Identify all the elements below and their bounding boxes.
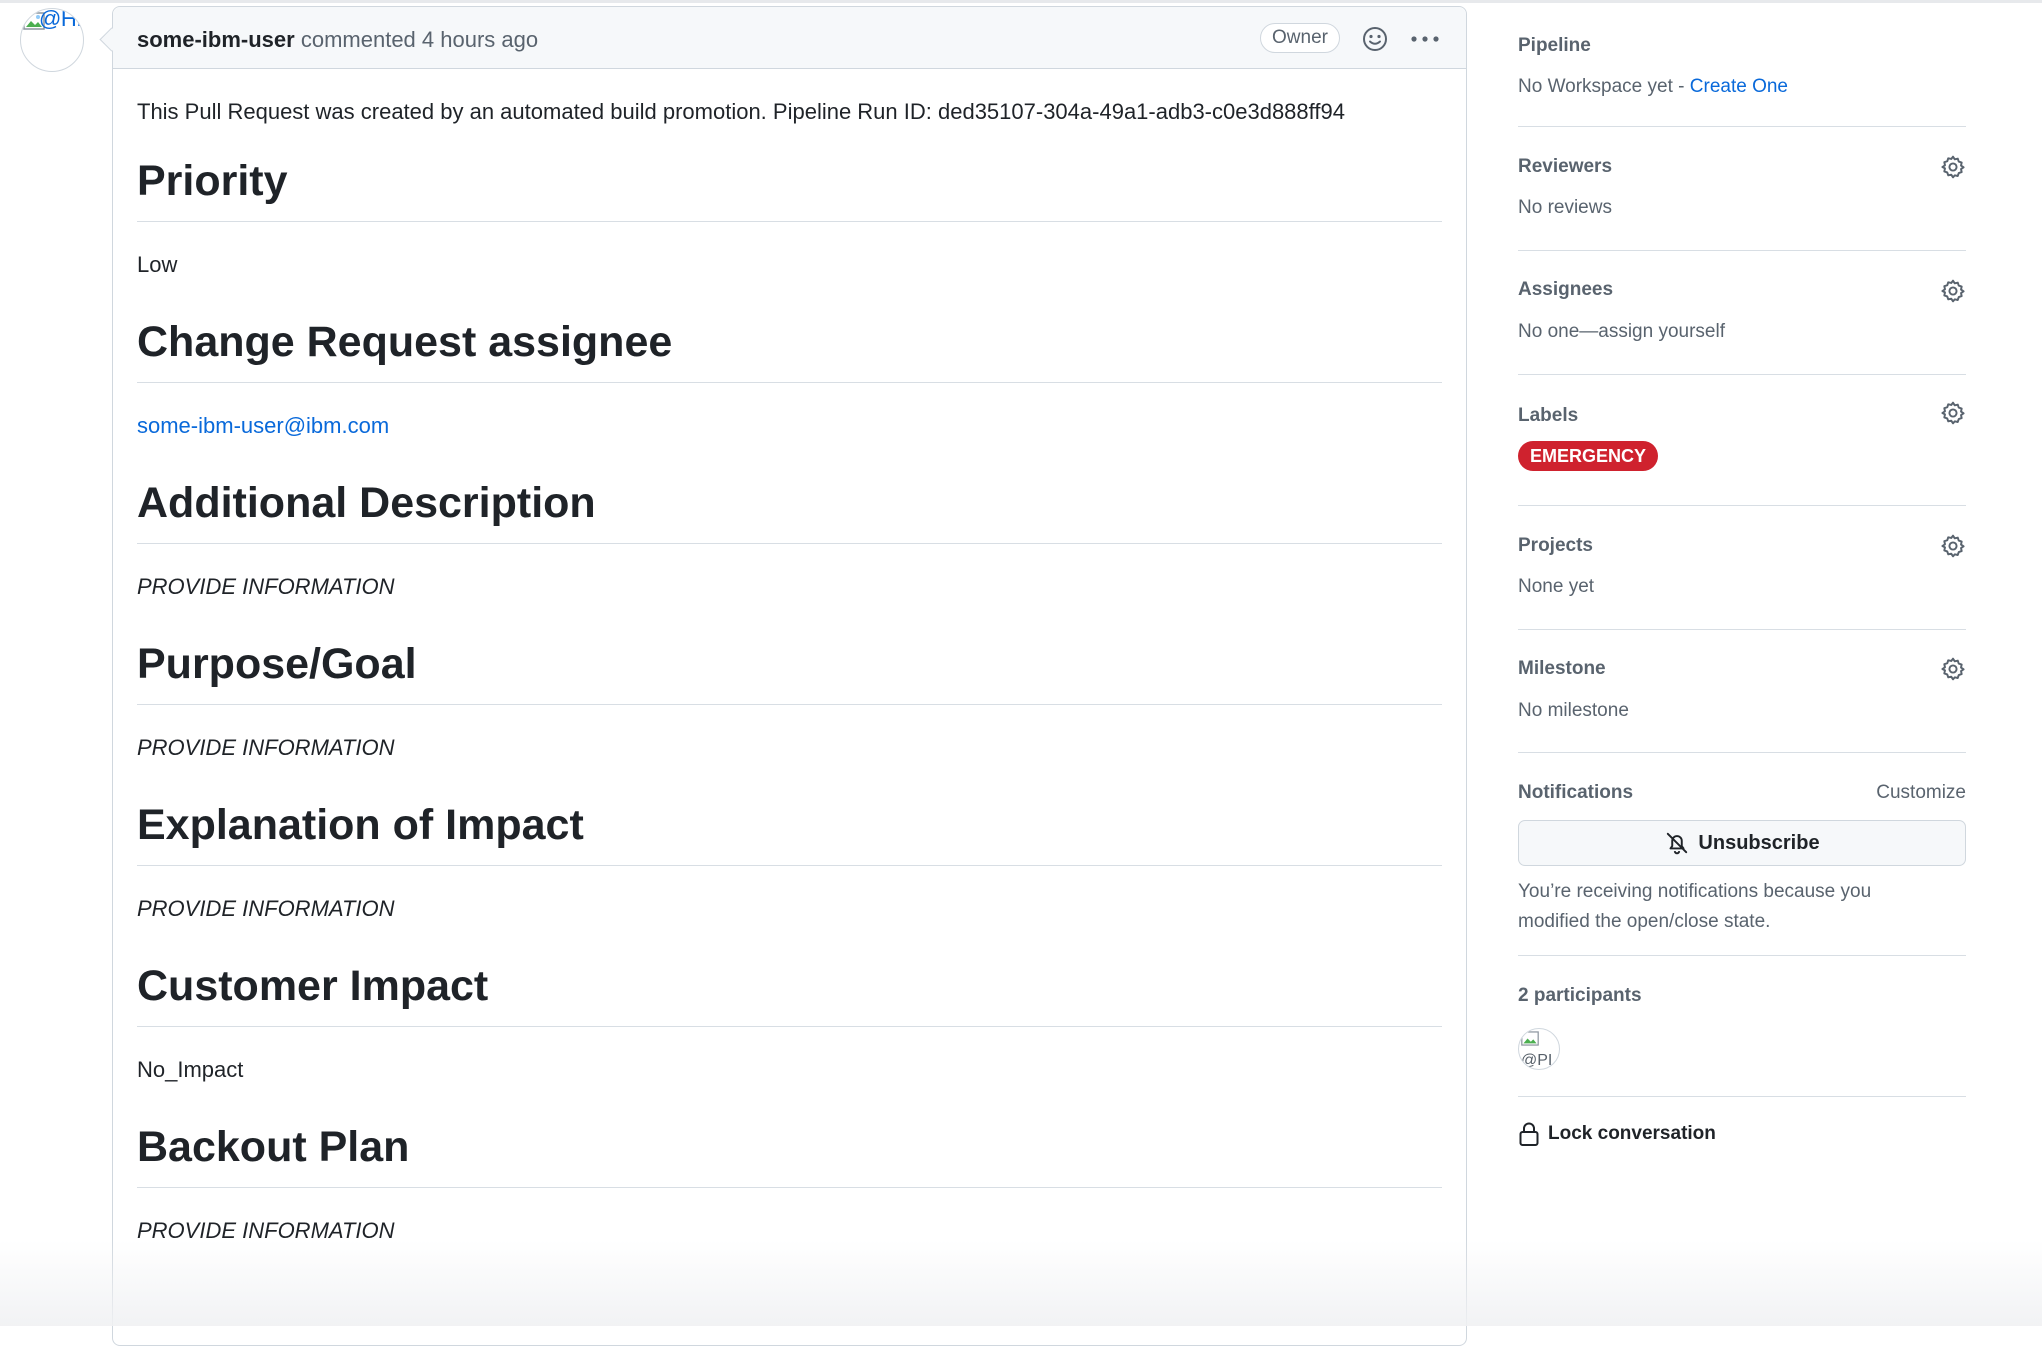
- label-emergency[interactable]: EMERGENCY: [1518, 441, 1659, 471]
- sidebar: Pipeline No Workspace yet - Create One R…: [1518, 0, 1966, 1177]
- notification-reason: You’re receiving notifications because y…: [1518, 877, 1871, 937]
- label-list: EMERGENCY: [1518, 441, 1659, 471]
- owner-badge: Owner: [1260, 23, 1340, 53]
- lock-icon: [1519, 1122, 1539, 1146]
- gear-icon[interactable]: [1940, 278, 1966, 304]
- sidebar-text: No Workspace yet - Create One: [1518, 76, 1788, 98]
- sidebar-lock: Lock conversation: [1518, 1097, 1966, 1177]
- sidebar-title[interactable]: Labels: [1518, 405, 1578, 427]
- section-customer-impact: Customer Impact No_Impact: [137, 960, 1442, 1085]
- section-backout-plan: Backout Plan PROVIDE INFORMATION: [137, 1121, 1442, 1246]
- section-heading: Additional Description: [137, 477, 1442, 544]
- section-heading: Customer Impact: [137, 960, 1442, 1027]
- sidebar-assignees: Assignees No one—assign yourself: [1518, 251, 1966, 375]
- section-value: No_Impact: [137, 1057, 244, 1082]
- sidebar-projects: Projects None yet: [1518, 506, 1966, 630]
- assignee-email-link[interactable]: some-ibm-user@ibm.com: [137, 411, 1442, 441]
- section-value: PROVIDE INFORMATION: [137, 896, 395, 921]
- sidebar-notifications: Notifications Customize Unsubscribe You’…: [1518, 753, 1966, 956]
- unsubscribe-button[interactable]: Unsubscribe: [1518, 820, 1966, 866]
- bell-slash-icon: [1667, 832, 1688, 855]
- comment-time[interactable]: 4 hours ago: [422, 27, 538, 52]
- sidebar-title: Notifications: [1518, 782, 1634, 803]
- section-value: PROVIDE INFORMATION: [137, 574, 395, 599]
- sidebar-title[interactable]: Reviewers: [1518, 156, 1612, 178]
- sidebar-text: No milestone: [1518, 700, 1629, 721]
- sidebar-labels: Labels EMERGENCY: [1518, 375, 1966, 506]
- section-explanation-of-impact: Explanation of Impact PROVIDE INFORMATIO…: [137, 799, 1442, 924]
- section-heading: Explanation of Impact: [137, 799, 1442, 866]
- customize-link[interactable]: Customize: [1876, 782, 1966, 804]
- intro-text: This Pull Request was created by an auto…: [137, 99, 1345, 124]
- section-heading: Change Request assignee: [137, 316, 1442, 383]
- sidebar-title: Pipeline: [1518, 35, 1591, 56]
- gear-icon[interactable]: [1940, 533, 1966, 559]
- comment-header: some-ibm-user commented 4 hours ago Owne…: [113, 7, 1466, 69]
- section-heading: Backout Plan: [137, 1121, 1442, 1188]
- section-value: PROVIDE INFORMATION: [137, 1218, 395, 1243]
- sidebar-title[interactable]: Projects: [1518, 535, 1593, 557]
- comment-meta: some-ibm-user commented 4 hours ago: [137, 27, 538, 53]
- author-avatar[interactable]: @HIYUSH-: [20, 8, 84, 72]
- section-value: Low: [137, 252, 178, 277]
- sidebar-participants: 2 participants @PI: [1518, 956, 1966, 1097]
- sidebar-text: No reviews: [1518, 197, 1612, 218]
- create-workspace-link[interactable]: Create One: [1690, 76, 1788, 97]
- gear-icon[interactable]: [1940, 154, 1966, 180]
- lock-conversation-button[interactable]: Lock conversation: [1518, 1121, 1716, 1147]
- comment-action: commented: [300, 27, 416, 52]
- gear-icon[interactable]: [1940, 656, 1966, 682]
- avatar-alt-text: @HIYUSH-: [39, 8, 83, 31]
- sidebar-milestone: Milestone No milestone: [1518, 630, 1966, 753]
- sidebar-title[interactable]: Assignees: [1518, 279, 1613, 301]
- section-purpose-goal: Purpose/Goal PROVIDE INFORMATION: [137, 638, 1442, 763]
- sidebar-text: None yet: [1518, 576, 1595, 597]
- sidebar-title: 2 participants: [1518, 985, 1642, 1006]
- sidebar-title[interactable]: Milestone: [1518, 658, 1606, 680]
- unsubscribe-label: Unsubscribe: [1698, 831, 1820, 854]
- assign-yourself-link[interactable]: No one—assign yourself: [1518, 321, 1725, 343]
- comment-body: This Pull Request was created by an auto…: [113, 97, 1466, 1246]
- sidebar-pipeline: Pipeline No Workspace yet - Create One: [1518, 0, 1966, 127]
- participant-avatar-alt: @PI: [1521, 1052, 1553, 1069]
- comment-box: some-ibm-user commented 4 hours ago Owne…: [112, 6, 1467, 1346]
- comment-author[interactable]: some-ibm-user: [137, 27, 295, 52]
- notification-reason-line: You’re receiving notifications because y…: [1518, 881, 1872, 902]
- notification-reason-line: modified the open/close state.: [1518, 911, 1771, 932]
- pipeline-status: No Workspace yet -: [1518, 76, 1690, 97]
- sidebar-reviewers: Reviewers No reviews: [1518, 127, 1966, 251]
- section-heading: Purpose/Goal: [137, 638, 1442, 705]
- section-heading: Priority: [137, 155, 1442, 222]
- lock-conversation-label: Lock conversation: [1548, 1123, 1716, 1144]
- section-value: PROVIDE INFORMATION: [137, 735, 395, 760]
- smiley-icon[interactable]: [1361, 25, 1389, 53]
- broken-image-icon: [1521, 1031, 1539, 1046]
- section-change-request-assignee: Change Request assignee some-ibm-user@ib…: [137, 316, 1442, 441]
- gear-icon[interactable]: [1940, 400, 1966, 426]
- kebab-horizontal-icon[interactable]: [1409, 25, 1441, 53]
- section-additional-description: Additional Description PROVIDE INFORMATI…: [137, 477, 1442, 602]
- section-priority: Priority Low: [137, 155, 1442, 280]
- participant-avatar[interactable]: @PI: [1518, 1028, 1560, 1070]
